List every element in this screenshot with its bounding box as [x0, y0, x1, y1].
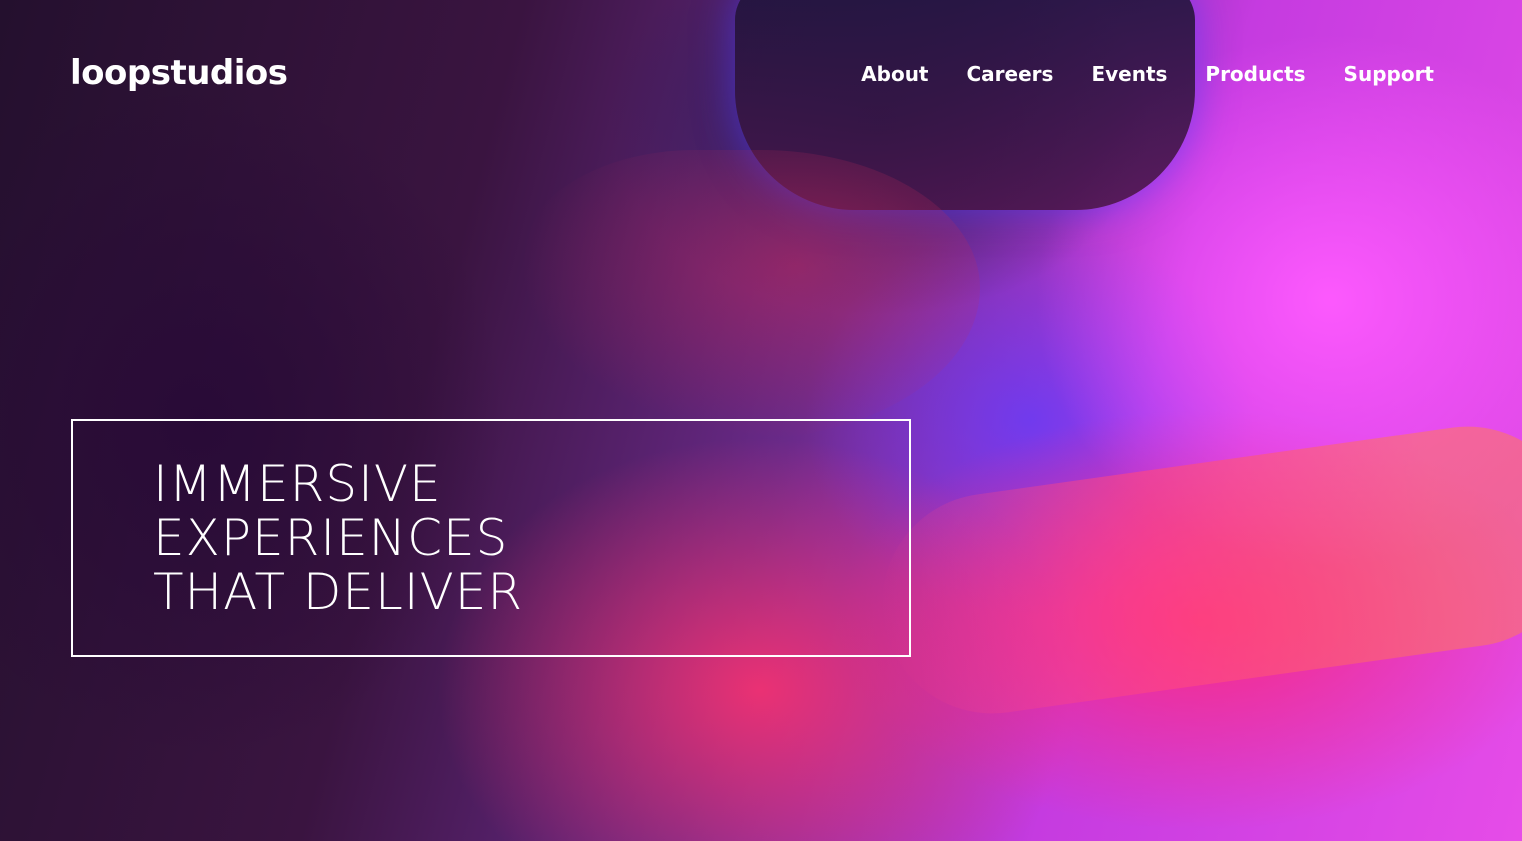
- nav-link-support[interactable]: Support: [1344, 62, 1434, 86]
- arm-image: [868, 412, 1522, 728]
- nav-link-events[interactable]: Events: [1091, 62, 1167, 86]
- site-header: loopstudios About Careers Events Product…: [70, 50, 1434, 96]
- hero-headline-line-3: THAT DELIVER: [153, 563, 524, 621]
- person-image: [520, 150, 980, 440]
- hero-section: loopstudios About Careers Events Product…: [0, 0, 1522, 841]
- nav-link-about[interactable]: About: [861, 62, 928, 86]
- loopstudios-logo[interactable]: loopstudios: [70, 53, 288, 93]
- hero-headline: IMMERSIVE EXPERIENCES THAT DELIVER: [153, 457, 523, 619]
- vr-headset-image: [735, 0, 1195, 210]
- main-nav: About Careers Events Products Support: [861, 62, 1434, 86]
- nav-link-careers[interactable]: Careers: [967, 62, 1054, 86]
- hero-headline-box: IMMERSIVE EXPERIENCES THAT DELIVER: [71, 419, 911, 657]
- nav-link-products[interactable]: Products: [1205, 62, 1305, 86]
- hero-headline-line-1: IMMERSIVE: [153, 455, 442, 513]
- hero-headline-line-2: EXPERIENCES: [153, 509, 509, 567]
